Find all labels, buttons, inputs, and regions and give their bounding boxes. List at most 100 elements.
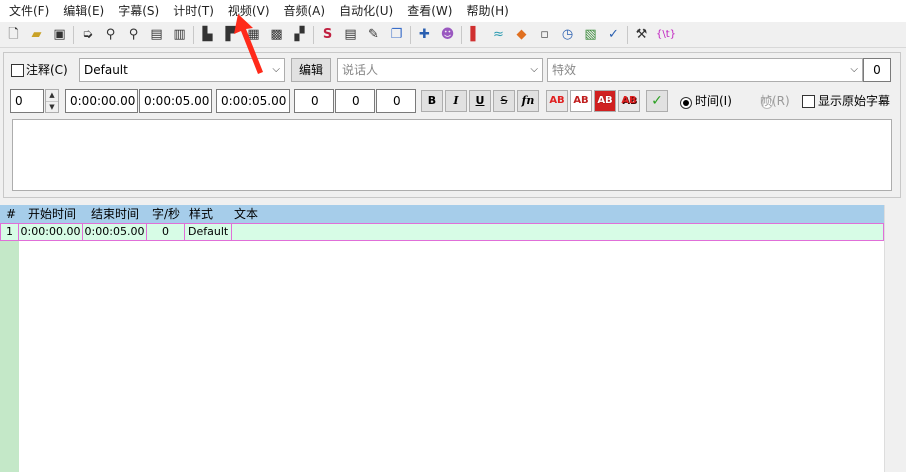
strikeout-button[interactable]: S: [493, 90, 515, 112]
menu-timing[interactable]: 计时(T): [166, 0, 221, 22]
timer-icon[interactable]: ◷: [556, 24, 579, 46]
row-text: [232, 224, 883, 240]
toolbar: 🗋 ▰ ▣ ➭ ⚲ ⚲ ▤ ▥ ▙ ▛ ▦ ▩ ▞ S ▤ ✎ ❐ ✚ ☻ ▌ …: [0, 22, 906, 48]
chevron-down-icon: ⌵: [272, 64, 280, 75]
underline-button[interactable]: U: [469, 90, 491, 112]
timing-shift-icon[interactable]: ▌: [464, 24, 487, 46]
outline-color-button[interactable]: AB: [594, 90, 616, 112]
subtitle-text-editor[interactable]: [12, 119, 892, 191]
shadow-color-button[interactable]: AB: [618, 90, 640, 112]
properties-icon[interactable]: ▤: [339, 24, 362, 46]
show-original-label: 显示原始字幕: [818, 94, 891, 108]
row-end-time: 0:00:05.00: [83, 224, 147, 240]
italic-button[interactable]: I: [445, 90, 467, 112]
layer-spinner[interactable]: ▲ ▼: [45, 89, 59, 113]
chevron-down-icon: ⌵: [530, 64, 538, 75]
editor-row-timing: 0 ▲ ▼ 0:00:00.00 0:00:05.00 0:00:05.00 0…: [4, 89, 900, 113]
actor-placeholder: 说话人: [342, 63, 379, 77]
tag-toggle-icon[interactable]: {\t}: [653, 24, 679, 46]
row-style: Default: [185, 224, 232, 240]
menu-automation[interactable]: 自动化(U): [332, 0, 400, 22]
actor-select[interactable]: 说话人 ⌵: [337, 58, 543, 82]
row-start-time: 0:00:00.00: [19, 224, 83, 240]
time-radio-label: 时间(I): [695, 94, 732, 108]
show-original-checkbox[interactable]: [802, 95, 815, 108]
toolbar-separator: [627, 25, 628, 44]
edit-style-button[interactable]: 编辑: [291, 58, 331, 82]
menu-file[interactable]: 文件(F): [2, 0, 56, 22]
row-number: 1: [1, 224, 19, 240]
comment-label: 注释(C): [26, 63, 68, 77]
snapshot-copy-icon[interactable]: ▥: [168, 24, 191, 46]
fonts-collector-icon[interactable]: ❐: [385, 24, 408, 46]
spellcheck-icon[interactable]: ▧: [579, 24, 602, 46]
bold-button[interactable]: B: [421, 90, 443, 112]
col-header-text: 文本: [234, 207, 259, 221]
row-cps: 0: [147, 224, 185, 240]
secondary-color-button[interactable]: AB: [570, 90, 592, 112]
primary-color-button[interactable]: AB: [546, 90, 568, 112]
layer-right-field[interactable]: 0: [863, 58, 891, 82]
menu-help[interactable]: 帮助(H): [459, 0, 515, 22]
grid-row-number-strip: [0, 223, 19, 472]
subtitle-edit-panel: 注释(C) Default ⌵ 编辑 说话人 ⌵ 特效 ⌵ 0 0 ▲ ▼ 0:…: [3, 52, 901, 198]
effect-placeholder: 特效: [552, 63, 577, 77]
translation-icon[interactable]: ▫: [533, 24, 556, 46]
assistant-check-icon[interactable]: ✓: [602, 24, 625, 46]
table-row[interactable]: 1 0:00:00.00 0:00:05.00 0 Default: [0, 223, 884, 241]
frame-radio-label: 帧(R): [760, 94, 790, 108]
open-folder-icon[interactable]: ▰: [25, 24, 48, 46]
toolbar-separator: [410, 25, 411, 44]
end-time-field[interactable]: 0:00:05.00: [139, 89, 212, 113]
jump-icon[interactable]: ➭: [76, 24, 99, 46]
mascot-icon[interactable]: ☻: [436, 24, 459, 46]
resample-icon[interactable]: ≈: [487, 24, 510, 46]
style-select-value: Default: [84, 63, 128, 77]
chevron-down-icon: ⌵: [850, 64, 858, 75]
layer-field[interactable]: 0: [10, 89, 44, 113]
menu-audio[interactable]: 音频(A): [277, 0, 333, 22]
video-jump-icon[interactable]: ▙: [196, 24, 219, 46]
save-icon[interactable]: ▣: [48, 24, 71, 46]
kanji-timer-icon[interactable]: ◆: [510, 24, 533, 46]
editor-row-style: 注释(C) Default ⌵ 编辑 说话人 ⌵ 特效 ⌵ 0: [4, 58, 900, 82]
time-radio[interactable]: [680, 96, 692, 109]
attachments-icon[interactable]: ✎: [362, 24, 385, 46]
effect-select[interactable]: 特效 ⌵: [547, 58, 863, 82]
margin-right-field[interactable]: 0: [335, 89, 375, 113]
col-header-number: #: [6, 207, 17, 221]
toolbar-separator: [73, 25, 74, 44]
col-header-style: 样式: [189, 207, 214, 221]
new-file-icon[interactable]: 🗋: [2, 24, 25, 46]
menu-edit[interactable]: 编辑(E): [56, 0, 111, 22]
automation-icon[interactable]: ✚: [413, 24, 436, 46]
styles-manager-icon[interactable]: S: [316, 24, 339, 46]
menu-bar: 文件(F) 编辑(E) 字幕(S) 计时(T) 视频(V) 音频(A) 自动化(…: [0, 0, 906, 22]
margin-vertical-field[interactable]: 0: [376, 89, 416, 113]
menu-subtitle[interactable]: 字幕(S): [111, 0, 166, 22]
spin-up-icon[interactable]: ▲: [46, 90, 58, 101]
col-header-cps: 字/秒: [152, 207, 181, 221]
comment-checkbox[interactable]: [11, 64, 24, 77]
toolbar-separator: [193, 25, 194, 44]
spin-down-icon[interactable]: ▼: [46, 101, 58, 112]
toolbar-separator: [313, 25, 314, 44]
font-button[interactable]: fn: [517, 90, 539, 112]
red-arrow-annotation-icon: [234, 14, 263, 74]
options-icon[interactable]: ⚒: [630, 24, 653, 46]
snapshot-icon[interactable]: ▤: [145, 24, 168, 46]
grid-header: # 开始时间 结束时间 字/秒 样式 文本: [0, 205, 884, 223]
start-time-field[interactable]: 0:00:00.00: [65, 89, 138, 113]
duration-field[interactable]: 0:00:05.00: [216, 89, 290, 113]
col-header-end: 结束时间: [91, 207, 140, 221]
subtitle-frame-icon[interactable]: ▞: [288, 24, 311, 46]
toolbar-separator: [461, 25, 462, 44]
commit-button[interactable]: ✓: [646, 90, 668, 112]
zoom-out-icon[interactable]: ⚲: [122, 24, 145, 46]
col-header-start: 开始时间: [28, 207, 77, 221]
margin-left-field[interactable]: 0: [294, 89, 334, 113]
menu-view[interactable]: 查看(W): [400, 0, 459, 22]
zoom-in-icon[interactable]: ⚲: [99, 24, 122, 46]
grid-scrollbar[interactable]: [884, 205, 906, 472]
subtitle-grid: # 开始时间 结束时间 字/秒 样式 文本 1 0:00:00.00 0:00:…: [0, 205, 906, 472]
